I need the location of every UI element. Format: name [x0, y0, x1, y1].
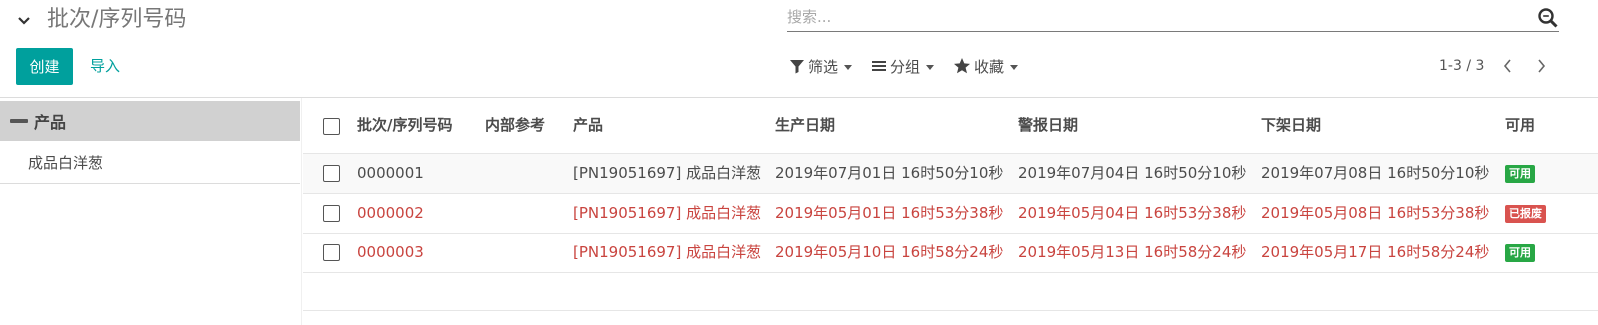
- caret-down-icon: [844, 64, 853, 70]
- sidebar-item-label: 成品白洋葱: [28, 154, 104, 172]
- search-input[interactable]: [787, 5, 1527, 29]
- sidebar-divider: [301, 98, 302, 325]
- removal-date-cell: 2019年05月08日 16时53分38秒: [1261, 204, 1490, 222]
- removal-date-cell: 2019年05月17日 16时58分24秒: [1261, 243, 1490, 261]
- table-row[interactable]: 0000001 [PN19051697] 成品白洋葱 2019年07月01日 1…: [303, 154, 1598, 194]
- row-checkbox[interactable]: [323, 244, 340, 261]
- caret-down-icon: [1010, 64, 1019, 70]
- production-date-cell: 2019年05月01日 16时53分38秒: [775, 204, 1004, 222]
- column-header-internal-ref[interactable]: 内部参考: [485, 98, 545, 153]
- chevron-left-icon: [1503, 59, 1511, 73]
- sidebar-category-label: 产品: [34, 113, 67, 132]
- favorites-dropdown[interactable]: 收藏: [953, 54, 1019, 78]
- product-cell: [PN19051697] 成品白洋葱: [573, 164, 762, 182]
- chevron-right-icon: [1538, 59, 1546, 73]
- select-all-checkbox[interactable]: [323, 118, 340, 135]
- production-date-cell: 2019年05月10日 16时58分24秒: [775, 243, 1004, 261]
- product-cell: [PN19051697] 成品白洋葱: [573, 243, 762, 261]
- alert-date-cell: 2019年05月13日 16时58分24秒: [1018, 243, 1247, 261]
- table-header: 批次/序列号码 内部参考 产品 生产日期 警报日期 下架日期 可用: [303, 98, 1598, 154]
- search-icon[interactable]: [1537, 7, 1559, 29]
- pager-next-button[interactable]: [1530, 55, 1552, 77]
- create-button[interactable]: 创建: [16, 48, 73, 85]
- product-cell: [PN19051697] 成品白洋葱: [573, 204, 762, 222]
- column-header-production-date[interactable]: 生产日期: [775, 98, 835, 153]
- sidebar-item-product[interactable]: 成品白洋葱: [0, 142, 300, 184]
- lot-cell: 0000001: [357, 164, 424, 182]
- lot-cell: 0000003: [357, 243, 424, 261]
- group-by-dropdown[interactable]: 分组: [871, 54, 935, 78]
- column-header-product[interactable]: 产品: [573, 98, 603, 153]
- status-badge: 已报废: [1505, 205, 1546, 223]
- table-row[interactable]: 0000002 [PN19051697] 成品白洋葱 2019年05月01日 1…: [303, 194, 1598, 234]
- filter-icon: [790, 60, 804, 74]
- chevron-down-icon[interactable]: [15, 10, 33, 30]
- column-header-lot[interactable]: 批次/序列号码: [357, 98, 452, 153]
- sidebar-category-header[interactable]: 产品: [0, 101, 300, 141]
- group-by-label: 分组: [890, 57, 921, 76]
- import-button[interactable]: 导入: [82, 48, 128, 85]
- lot-cell: 0000002: [357, 204, 424, 222]
- search-bar: [787, 5, 1559, 32]
- lots-table: 批次/序列号码 内部参考 产品 生产日期 警报日期 下架日期 可用 000000…: [303, 98, 1598, 325]
- caret-down-icon: [926, 64, 935, 70]
- filter-label: 筛选: [808, 57, 839, 76]
- minus-icon: [10, 119, 28, 123]
- alert-date-cell: 2019年07月04日 16时50分10秒: [1018, 164, 1247, 182]
- sidebar-panel: 产品 成品白洋葱: [0, 98, 302, 325]
- column-header-available[interactable]: 可用: [1505, 98, 1535, 153]
- pager-value[interactable]: 1-3 / 3: [1439, 56, 1484, 76]
- alert-date-cell: 2019年05月04日 16时53分38秒: [1018, 204, 1247, 222]
- table-row[interactable]: 0000003 [PN19051697] 成品白洋葱 2019年05月10日 1…: [303, 233, 1598, 273]
- star-icon: [954, 58, 970, 74]
- page-title: 批次/序列号码: [47, 7, 187, 32]
- production-date-cell: 2019年07月01日 16时50分10秒: [775, 164, 1004, 182]
- filter-dropdown[interactable]: 筛选: [789, 54, 853, 78]
- status-badge: 可用: [1505, 165, 1535, 183]
- favorites-label: 收藏: [974, 57, 1005, 76]
- list-icon: [872, 61, 886, 71]
- table-footer: [303, 271, 1598, 311]
- row-checkbox[interactable]: [323, 205, 340, 222]
- status-badge: 可用: [1505, 244, 1535, 262]
- removal-date-cell: 2019年07月08日 16时50分10秒: [1261, 164, 1490, 182]
- row-checkbox[interactable]: [323, 165, 340, 182]
- pager-previous-button[interactable]: [1497, 55, 1519, 77]
- column-header-alert-date[interactable]: 警报日期: [1018, 98, 1078, 153]
- column-header-removal-date[interactable]: 下架日期: [1261, 98, 1321, 153]
